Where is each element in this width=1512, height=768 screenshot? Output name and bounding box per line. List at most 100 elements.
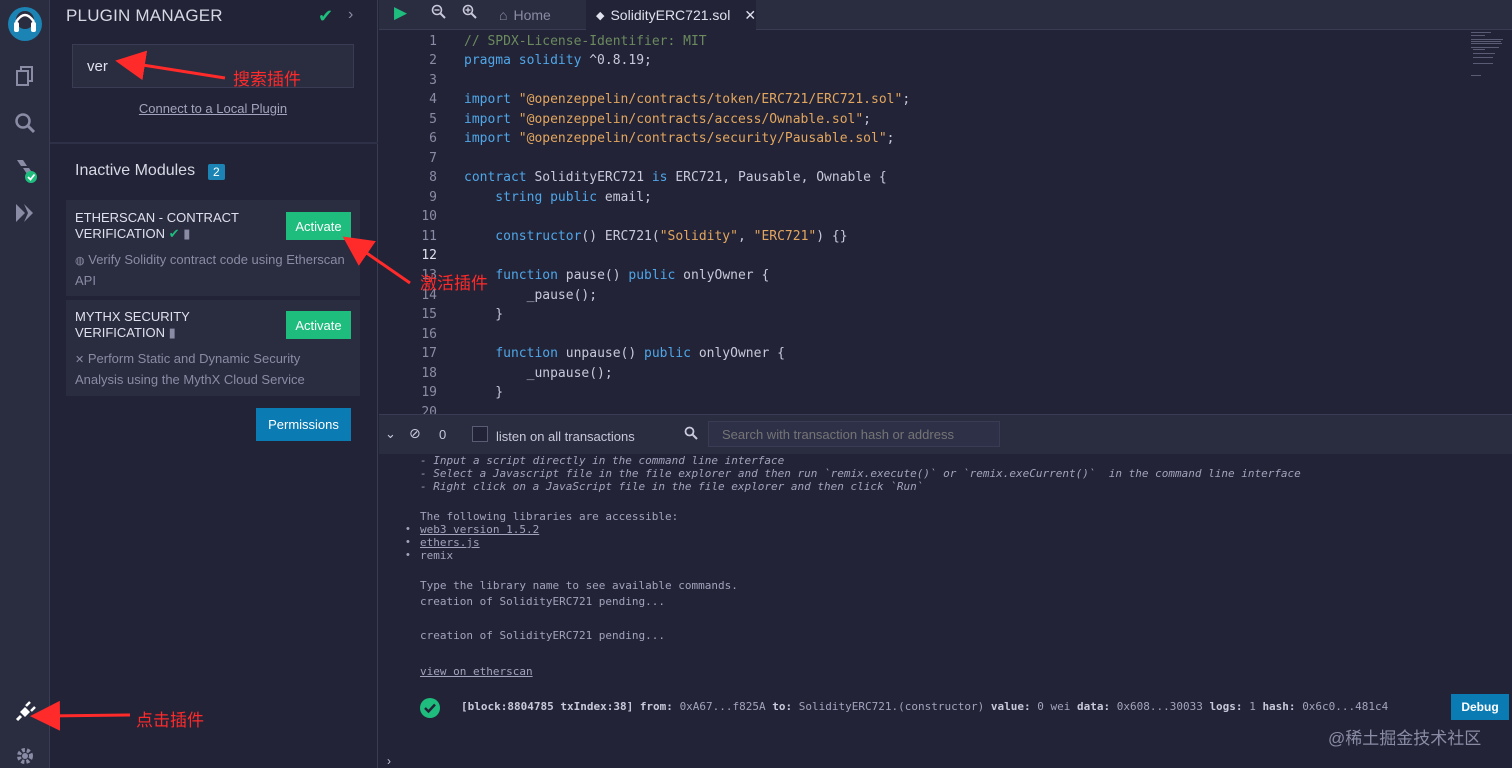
line-number: 16 (421, 327, 437, 342)
watermark: @稀土掘金技术社区 (1328, 729, 1482, 748)
inactive-modules-heading: Inactive Modules (75, 162, 196, 179)
code-line: } (464, 385, 504, 400)
terminal-line: remix (420, 549, 454, 562)
annotation-search: 搜索插件 (233, 70, 301, 90)
terminal-line: Type the library name to see available c… (420, 579, 738, 592)
line-number: 10 (421, 209, 437, 224)
line-number: 3 (429, 73, 437, 88)
code-line: function pause() public onlyOwner { (495, 268, 770, 283)
code-line: function unpause() public onlyOwner { (495, 346, 785, 361)
success-check-icon (419, 697, 441, 724)
listen-label: listen on all transactions (496, 429, 635, 444)
line-number: 5 (429, 112, 437, 127)
code-line: import "@openzeppelin/contracts/token/ER… (464, 92, 911, 107)
module-description: ✕ Perform Static and Dynamic Security An… (75, 351, 305, 387)
code-line: // SPDX-License-Identifier: MIT (464, 34, 707, 49)
chevron-right-icon[interactable]: › (348, 6, 353, 24)
zoom-out-icon[interactable] (431, 4, 446, 23)
run-play-icon[interactable]: ▶ (394, 3, 407, 23)
terminal-toolbar: ⌄ ⊘ 0 listen on all transactions (379, 414, 1512, 454)
terminal-line: - Select a Javascript file in the file e… (420, 467, 1301, 480)
close-icon[interactable]: ✕ (744, 7, 756, 24)
line-number: 19 (421, 385, 437, 400)
annotation-click: 点击插件 (136, 711, 204, 731)
bullet: • (406, 549, 410, 561)
panel-title: PLUGIN MANAGER (66, 6, 223, 25)
terminal-line: The following libraries are accessible: (420, 510, 679, 523)
line-number: 11 (421, 229, 437, 244)
bullet: • (406, 536, 410, 548)
plugin-manager-icon[interactable] (0, 692, 50, 732)
remix-logo-icon[interactable] (0, 2, 50, 46)
code-line: } (464, 307, 504, 322)
view-on-etherscan-link[interactable]: view on etherscan (420, 665, 533, 678)
zoom-in-icon[interactable] (462, 4, 477, 23)
plugin-manager-panel: PLUGIN MANAGER ✔ › Connect to a Local Pl… (50, 0, 378, 768)
module-description: ◍ Verify Solidity contract code using Et… (75, 252, 345, 288)
module-card-etherscan: ETHERSCAN - CONTRACT VERIFICATION ✔ ▮ Ac… (66, 200, 360, 296)
terminal-line: - Right click on a JavaScript file in th… (420, 480, 924, 493)
code-line: import "@openzeppelin/contracts/security… (464, 131, 895, 146)
compiler-icon[interactable] (0, 150, 50, 190)
line-number: 15 (421, 307, 437, 322)
terminal-output: - Input a script directly in the command… (379, 454, 1512, 768)
search-icon (684, 426, 698, 445)
solidity-file-icon: ◆ (596, 9, 605, 22)
line-number: 12 (421, 248, 437, 263)
icon-panel (0, 0, 50, 768)
line-number: 9 (429, 190, 437, 205)
module-name: MYTHX SECURITY VERIFICATION ▮ (75, 309, 190, 340)
file-explorer-icon[interactable] (0, 56, 50, 96)
activate-button[interactable]: Activate (286, 212, 351, 240)
listen-checkbox[interactable] (472, 426, 488, 442)
tx-search-input[interactable] (708, 421, 1000, 447)
search-icon[interactable] (0, 103, 50, 143)
connect-local-plugin-link[interactable]: Connect to a Local Plugin (50, 101, 376, 116)
line-number: 7 (429, 151, 437, 166)
module-name: ETHERSCAN - CONTRACT VERIFICATION ✔ ▮ (75, 210, 239, 241)
verified-check-icon: ✔ (168, 226, 180, 241)
editor-minimap[interactable] (1469, 30, 1509, 90)
line-number: 18 (421, 366, 437, 381)
code-line: constructor() ERC721("Solidity", "ERC721… (464, 229, 848, 244)
ethers-link[interactable]: ethers.js (420, 536, 480, 549)
divider (50, 142, 378, 144)
line-number: 1 (429, 34, 437, 49)
deploy-icon[interactable] (0, 193, 50, 233)
permissions-button[interactable]: Permissions (256, 408, 351, 441)
verified-check-icon: ✔ (318, 6, 334, 26)
terminal-line: - Input a script directly in the command… (420, 454, 785, 467)
plugin-search-input[interactable] (72, 44, 354, 88)
module-card-mythx: MYTHX SECURITY VERIFICATION ▮ Activate ✕… (66, 300, 360, 396)
code-line: _unpause(); (464, 366, 613, 381)
clear-console-icon[interactable]: ⊘ (409, 425, 421, 442)
line-number-gutter: 1 2 3 4 5 6 7 8 9 10 11 12 13 14 15 16 17 18 19 20 (379, 30, 449, 414)
activate-button[interactable]: Activate (286, 311, 351, 339)
code-editor[interactable]: 1 2 3 4 5 6 7 8 9 10 11 12 13 14 15 16 17 18 19 20 // SPDX-… (379, 30, 1512, 414)
terminal-line: creation of SolidityERC721 pending... (420, 595, 666, 608)
transaction-summary[interactable]: [block:8804785 txIndex:38] from: 0xA67..… (461, 700, 1388, 713)
code-line: string public email; (464, 190, 652, 205)
pending-tx-count: 0 (439, 427, 447, 442)
module-icon: ✕ (75, 354, 85, 366)
code-line: pragma solidity ^0.8.19; (464, 53, 652, 68)
docs-book-icon[interactable]: ▮ (169, 325, 176, 340)
annotation-activate: 激活插件 (420, 274, 488, 294)
tab-home[interactable]: ⌂ Home (491, 0, 586, 30)
collapse-terminal-icon[interactable]: ⌄ (385, 426, 396, 442)
line-number: 2 (429, 53, 437, 68)
terminal-line: creation of SolidityERC721 pending... (420, 629, 666, 642)
docs-book-icon[interactable]: ▮ (183, 226, 190, 241)
module-icon: ◍ (75, 255, 85, 267)
line-number: 20 (421, 405, 437, 414)
settings-gear-icon[interactable] (0, 736, 50, 768)
tab-solidity-file[interactable]: ◆ SolidityERC721.sol ✕ (586, 0, 756, 30)
line-number: 4 (429, 92, 437, 107)
inactive-count-badge: 2 (208, 164, 225, 180)
prompt-caret-icon: › (387, 754, 391, 768)
web3-link[interactable]: web3 version 1.5.2 (420, 523, 539, 536)
line-number: 17 (421, 346, 437, 361)
home-icon: ⌂ (499, 7, 508, 23)
bullet: • (406, 523, 410, 535)
debug-button[interactable]: Debug (1451, 694, 1509, 720)
